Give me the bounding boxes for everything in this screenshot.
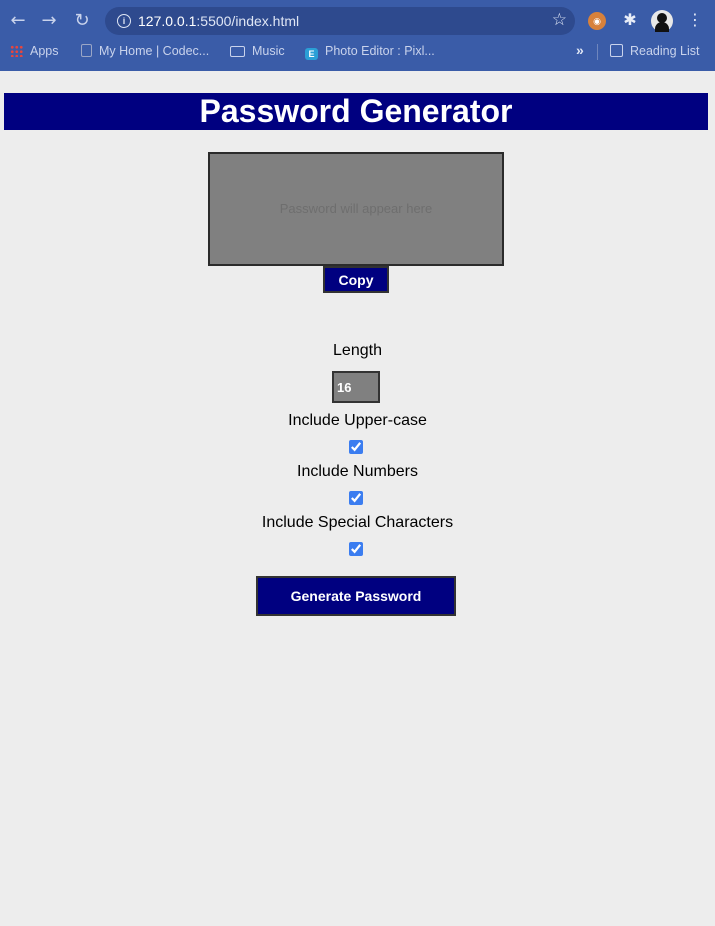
bookmark-label: Apps xyxy=(30,44,59,58)
photo-editor-icon: E xyxy=(305,48,318,60)
numbers-label: Include Numbers xyxy=(297,463,418,480)
special-characters-checkbox[interactable] xyxy=(349,542,363,556)
document-icon xyxy=(81,44,92,57)
generate-password-button[interactable]: Generate Password xyxy=(256,576,456,616)
reading-list[interactable]: Reading List xyxy=(610,44,700,58)
uppercase-checkbox[interactable] xyxy=(349,440,363,454)
numbers-checkbox[interactable] xyxy=(349,491,363,505)
bookmark-star-icon[interactable]: ☆ xyxy=(552,10,567,30)
copy-button[interactable]: Copy xyxy=(323,266,389,293)
title-banner: Password Generator xyxy=(4,93,708,130)
forward-arrow-icon[interactable]: → xyxy=(38,10,60,32)
length-input[interactable] xyxy=(332,371,380,403)
apps-icon xyxy=(10,45,23,57)
browser-menu-icon[interactable]: ⋮ xyxy=(685,10,705,30)
bookmark-separator xyxy=(597,44,598,60)
page-title: Password Generator xyxy=(199,93,513,129)
bookmark-my-home[interactable]: My Home | Codec... xyxy=(81,44,209,58)
bookmark-music[interactable]: Music xyxy=(230,44,285,58)
address-bar[interactable]: i 127.0.0.1:5500/index.html ☆ xyxy=(105,7,575,35)
length-label: Length xyxy=(333,342,382,359)
url-host: 127.0.0.1 xyxy=(138,13,197,29)
more-bookmarks-icon[interactable]: » xyxy=(576,42,584,58)
profile-avatar[interactable] xyxy=(651,10,673,32)
bookmark-photo-editor[interactable]: E Photo Editor : Pixl... xyxy=(305,44,435,60)
extension-fox-icon[interactable]: ◉ xyxy=(588,12,606,30)
reading-list-label: Reading List xyxy=(630,44,700,58)
bookmark-apps[interactable]: Apps xyxy=(10,44,59,58)
reload-icon[interactable]: ↻ xyxy=(71,10,93,32)
bookmarks-bar: Apps My Home | Codec... Music E Photo Edi… xyxy=(0,42,715,64)
password-output[interactable] xyxy=(208,152,504,266)
bookmark-label: Photo Editor : Pixl... xyxy=(325,44,435,58)
site-info-icon[interactable]: i xyxy=(117,14,131,28)
browser-chrome: ← → ↻ i 127.0.0.1:5500/index.html ☆ ◉ ✱ … xyxy=(0,0,715,71)
url-text[interactable]: 127.0.0.1:5500/index.html xyxy=(138,13,299,29)
special-characters-label: Include Special Characters xyxy=(261,514,454,531)
url-path: :5500/index.html xyxy=(196,13,300,29)
extensions-puzzle-icon[interactable]: ✱ xyxy=(620,10,640,30)
uppercase-label: Include Upper-case xyxy=(288,412,427,429)
folder-icon xyxy=(230,46,245,57)
reading-list-icon xyxy=(610,44,623,57)
bookmark-label: My Home | Codec... xyxy=(99,44,210,58)
back-arrow-icon[interactable]: ← xyxy=(7,10,29,32)
bookmark-label: Music xyxy=(252,44,285,58)
